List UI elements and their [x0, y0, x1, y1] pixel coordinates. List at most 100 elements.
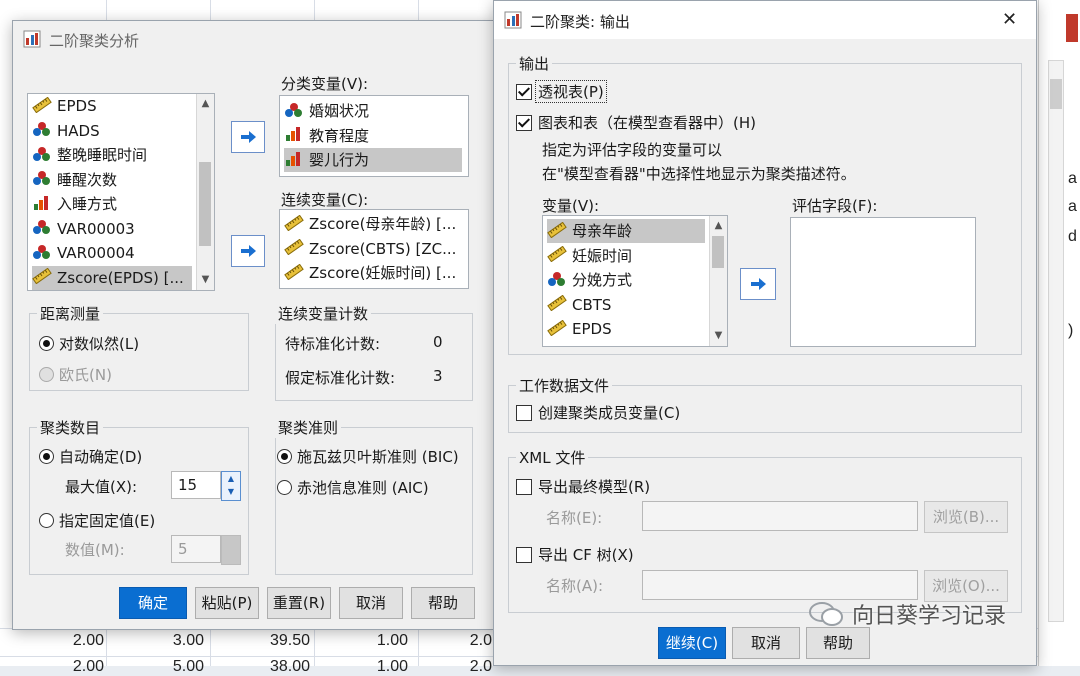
output-cancel-button[interactable]: 取消 — [732, 627, 800, 659]
ruler-scale-icon — [284, 263, 304, 280]
background-text: ) — [1068, 322, 1074, 339]
number-spinner[interactable] — [221, 535, 241, 565]
two-step-cluster-dialog: 二阶聚类分析 EPDS HADS 整晚睡眠时间 睡醒次数 入睡方式 VAR00003 VAR… — [12, 20, 498, 630]
list-item[interactable]: 整晚睡眠时间 — [32, 143, 192, 167]
spin-down-icon[interactable]: ▼ — [222, 485, 240, 498]
move-to-continuous-button[interactable] — [231, 235, 265, 267]
list-item[interactable]: EPDS — [32, 94, 192, 118]
assumed-standardized-value: 3 — [433, 367, 443, 385]
list-item-label: 婴儿行为 — [309, 151, 370, 169]
list-item-label: 母亲年龄 — [572, 222, 633, 240]
browse-final-model-button[interactable]: 浏览(B)... — [924, 501, 1008, 533]
final-model-name-input[interactable] — [642, 501, 918, 531]
list-item[interactable]: EPDS — [547, 317, 705, 341]
close-icon[interactable]: ✕ — [1002, 9, 1017, 30]
number-input[interactable]: 5 — [171, 535, 221, 563]
list-item[interactable]: 婚姻状况 — [284, 99, 462, 123]
maximum-input[interactable]: 15 — [171, 471, 221, 499]
continue-button[interactable]: 继续(C) — [658, 627, 726, 659]
paste-button[interactable]: 粘贴(P) — [195, 587, 259, 619]
move-to-categorical-button[interactable] — [231, 121, 265, 153]
list-item-label: 妊娠时间 — [572, 246, 633, 265]
list-item[interactable]: Zscore(CBTS) [ZC... — [284, 237, 462, 261]
output-help-button[interactable]: 帮助 — [806, 627, 870, 659]
list-item[interactable]: 教育程度 — [284, 124, 462, 148]
export-final-model-checkbox[interactable] — [516, 479, 532, 495]
list-item[interactable]: 睡醒次数 — [32, 168, 192, 192]
source-list-scrollbar[interactable]: ▲ ▼ — [196, 94, 214, 290]
working-data-file-title: 工作数据文件 — [516, 375, 613, 396]
ordinal-bar-icon — [286, 151, 300, 166]
pivot-tables-checkbox[interactable] — [516, 84, 532, 100]
output-dialog-titlebar[interactable]: 二阶聚类: 输出 ✕ — [494, 1, 1036, 39]
xml-files-title: XML 文件 — [516, 447, 589, 468]
list-item-label: Zscore(妊娠时间) [... — [309, 264, 457, 282]
help-button[interactable]: 帮助 — [411, 587, 475, 619]
ruler-scale-icon — [547, 221, 567, 238]
list-item[interactable]: VAR00003 — [32, 217, 192, 241]
list-item[interactable]: Zscore(EPDS) [... — [32, 265, 192, 290]
ruler-scale-icon — [284, 239, 304, 255]
list-item[interactable]: 入睡方式 — [32, 192, 192, 216]
categorical-variable-list[interactable]: 婚姻状况教育程度婴儿行为 — [279, 95, 469, 177]
ruler-scale-icon — [284, 214, 304, 231]
aic-radio[interactable] — [277, 480, 292, 495]
charts-tables-checkbox[interactable] — [516, 115, 532, 131]
variables-list-scrollbar[interactable]: ▲ ▼ — [709, 216, 727, 346]
list-item[interactable]: VAR00004 — [32, 241, 192, 265]
spin-up-icon[interactable]: ▲ — [222, 472, 240, 485]
list-item[interactable]: 妊娠时间 — [547, 244, 705, 268]
sheet-cell: 1.00 — [376, 632, 408, 649]
list-item-label: HADS — [57, 121, 100, 140]
main-dialog-titlebar[interactable]: 二阶聚类分析 — [13, 21, 497, 57]
list-item-label: 教育程度 — [309, 126, 370, 145]
export-cf-tree-label: 导出 CF 树(X) — [538, 546, 634, 564]
ordinal-bar-icon — [34, 195, 48, 210]
nominal-icon — [33, 244, 50, 259]
continuous-variable-list[interactable]: Zscore(母亲年龄) [... Zscore(CBTS) [ZC... Zsco… — [279, 209, 469, 289]
name-label-cf-tree: 名称(A): — [546, 577, 604, 595]
bic-radio[interactable] — [277, 449, 292, 464]
background-scrollbar[interactable] — [1048, 60, 1064, 622]
list-item[interactable]: CBTS — [547, 293, 705, 317]
arrow-right-icon — [241, 245, 256, 257]
list-item[interactable]: 婴儿行为 — [284, 148, 462, 172]
output-group-title: 输出 — [516, 53, 553, 74]
log-likelihood-label: 对数似然(L) — [59, 335, 140, 353]
ok-button[interactable]: 确定 — [119, 587, 187, 619]
source-variable-list[interactable]: EPDS HADS 整晚睡眠时间 睡醒次数 入睡方式 VAR00003 VAR00004 Zs… — [27, 93, 215, 291]
charts-tables-label: 图表和表（在模型查看器中）(H) — [538, 114, 756, 132]
create-cluster-var-checkbox[interactable] — [516, 405, 532, 421]
log-likelihood-radio[interactable] — [39, 336, 54, 351]
scroll-up-arrow-icon[interactable]: ▲ — [710, 218, 727, 234]
scroll-down-arrow-icon[interactable]: ▼ — [710, 328, 727, 344]
list-item[interactable]: Zscore(母亲年龄) [... — [284, 212, 462, 236]
list-item[interactable]: HADS — [32, 119, 192, 143]
evaluation-description-1: 指定为评估字段的变量可以 — [542, 141, 723, 159]
nominal-icon — [548, 271, 565, 286]
spss-app-icon — [504, 11, 522, 29]
maximum-spinner[interactable]: ▲ ▼ — [221, 471, 241, 501]
evaluation-fields-list[interactable] — [790, 217, 976, 347]
variables-label: 变量(V): — [542, 197, 600, 215]
euclidean-radio[interactable] — [39, 367, 54, 382]
scroll-thumb[interactable] — [199, 162, 211, 246]
list-item[interactable]: 母亲年龄 — [547, 219, 705, 243]
continuous-variables-label: 连续变量(C): — [281, 191, 369, 209]
cancel-button[interactable]: 取消 — [339, 587, 403, 619]
list-item[interactable]: 分娩方式 — [547, 268, 705, 292]
specify-fixed-radio[interactable] — [39, 513, 54, 528]
variables-list[interactable]: 母亲年龄妊娠时间分娩方式 CBTS EPDS ▲ ▼ — [542, 215, 728, 347]
scroll-up-arrow-icon[interactable]: ▲ — [197, 96, 214, 112]
export-cf-tree-checkbox[interactable] — [516, 547, 532, 563]
auto-determine-radio[interactable] — [39, 449, 54, 464]
list-item[interactable]: Zscore(妊娠时间) [... — [284, 261, 462, 285]
move-to-evaluation-button[interactable] — [740, 268, 776, 300]
nominal-icon — [33, 220, 50, 234]
cf-tree-name-input[interactable] — [642, 570, 918, 600]
sheet-cell: 3.00 — [172, 632, 204, 649]
sheet-cell: 38.00 — [269, 658, 310, 675]
scroll-down-arrow-icon[interactable]: ▼ — [197, 272, 214, 288]
reset-button[interactable]: 重置(R) — [267, 587, 331, 619]
scroll-thumb[interactable] — [712, 236, 724, 268]
